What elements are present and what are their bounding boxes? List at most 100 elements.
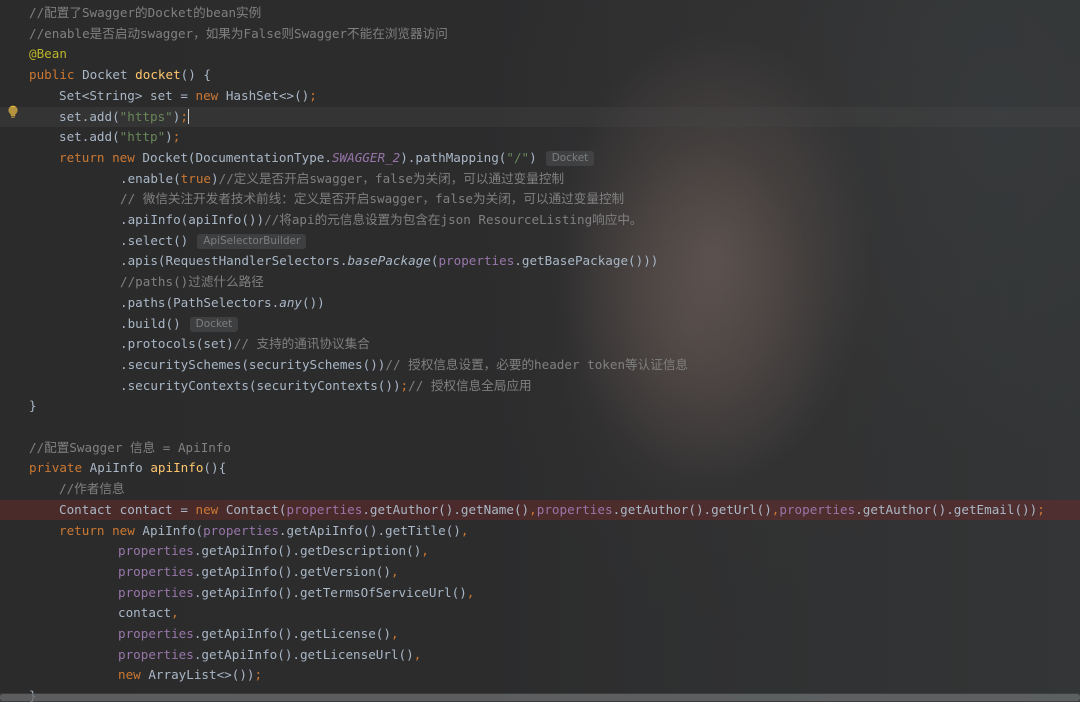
code-line[interactable]: //作者信息	[0, 479, 1080, 499]
code-line[interactable]: set.add("https");	[0, 107, 1080, 127]
code-line-content: set.add("https");	[29, 107, 189, 127]
code-token: properties	[203, 523, 279, 538]
code-token: //配置Swagger 信息 = ApiInfo	[29, 440, 231, 455]
code-line[interactable]: @Bean	[0, 44, 1080, 64]
code-token: .getApiInfo().getLicenseUrl()	[194, 647, 414, 662]
code-token: .getAuthor().getUrl()	[613, 502, 772, 517]
code-token: //作者信息	[59, 481, 125, 496]
code-line-content: .select() ApiSelectorBuilder	[29, 231, 306, 251]
code-line-content: properties.getApiInfo().getTermsOfServic…	[29, 583, 474, 603]
code-token: )	[529, 150, 537, 165]
code-line[interactable]: .select() ApiSelectorBuilder	[0, 231, 1080, 251]
code-line[interactable]: //配置Swagger 信息 = ApiInfo	[0, 438, 1080, 458]
code-line-content: return new ApiInfo(properties.getApiInfo…	[29, 521, 468, 541]
code-token: ArrayList<>())	[148, 667, 254, 682]
code-token: //将api的元信息设置为包含在json ResourceListing响应中。	[264, 212, 642, 227]
code-line[interactable]: properties.getApiInfo().getDescription()…	[0, 541, 1080, 561]
code-line[interactable]: Set<String> set = new HashSet<>();	[0, 86, 1080, 106]
code-token: contact	[118, 605, 171, 620]
code-line-content: }	[29, 396, 37, 416]
code-line[interactable]: set.add("http");	[0, 127, 1080, 147]
code-line[interactable]: .protocols(set)// 支持的通讯协议集合	[0, 334, 1080, 354]
code-token: HashSet<>()	[226, 88, 309, 103]
code-line[interactable]	[0, 417, 1080, 437]
code-token: .getAuthor().getName()	[362, 502, 529, 517]
code-token: .getApiInfo().getTitle()	[279, 523, 461, 538]
code-line-content: public Docket docket() {	[29, 65, 211, 85]
code-line-content: .securityContexts(securityContexts());//…	[29, 376, 532, 396]
horizontal-scrollbar[interactable]	[0, 693, 1080, 702]
code-token: ;	[180, 109, 188, 124]
code-token: () {	[181, 67, 211, 82]
code-line[interactable]: // 微信关注开发者技术前线：定义是否开启swagger，false为关闭，可以…	[0, 189, 1080, 209]
code-token: //enable是否启动swagger，如果为False则Swagger不能在浏…	[29, 26, 448, 41]
code-line[interactable]: //enable是否启动swagger，如果为False则Swagger不能在浏…	[0, 24, 1080, 44]
code-line-content: private ApiInfo apiInfo(){	[29, 458, 226, 478]
inlay-type-hint: ApiSelectorBuilder	[197, 234, 306, 249]
code-line[interactable]: properties.getApiInfo().getTermsOfServic…	[0, 583, 1080, 603]
code-line[interactable]: .paths(PathSelectors.any())	[0, 293, 1080, 313]
code-line[interactable]: .apiInfo(apiInfo())//将api的元信息设置为包含在json …	[0, 210, 1080, 230]
code-line-content: //enable是否启动swagger，如果为False则Swagger不能在浏…	[29, 24, 448, 44]
code-token: private	[29, 460, 90, 475]
code-token: ,	[529, 502, 537, 517]
code-token: ())	[302, 295, 325, 310]
code-line[interactable]: return new Docket(DocumentationType.SWAG…	[0, 148, 1080, 168]
code-token: @Bean	[29, 46, 67, 61]
code-token: }	[29, 398, 37, 413]
code-token: set.add(	[59, 129, 120, 144]
code-token: properties	[118, 585, 194, 600]
code-token: Contact(	[226, 502, 287, 517]
code-token: ;	[255, 667, 263, 682]
code-token: ,	[461, 523, 469, 538]
code-line[interactable]: Contact contact = new Contact(properties…	[0, 500, 1080, 520]
code-line-content: //配置了Swagger的Docket的bean实例	[29, 3, 261, 23]
code-line-content: return new Docket(DocumentationType.SWAG…	[29, 148, 594, 168]
code-token: any	[279, 295, 302, 310]
code-line[interactable]: .securitySchemes(securitySchemes())// 授权…	[0, 355, 1080, 375]
code-line-content: .apis(RequestHandlerSelectors.basePackag…	[29, 251, 658, 271]
code-token: .getBasePackage()))	[514, 253, 658, 268]
code-line[interactable]: .apis(RequestHandlerSelectors.basePackag…	[0, 251, 1080, 271]
code-line[interactable]: public Docket docket() {	[0, 65, 1080, 85]
code-token: ;	[401, 378, 409, 393]
code-line-content: .enable(true)//定义是否开启swagger，false为关闭，可以…	[29, 169, 564, 189]
code-token: // 微信关注开发者技术前线：定义是否开启swagger，false为关闭，可以…	[120, 191, 624, 206]
code-line-content: .apiInfo(apiInfo())//将api的元信息设置为包含在json …	[29, 210, 643, 230]
code-token: new	[195, 88, 225, 103]
code-line-content: .protocols(set)// 支持的通讯协议集合	[29, 334, 370, 354]
code-line[interactable]: properties.getApiInfo().getLicenseUrl(),	[0, 645, 1080, 665]
code-line[interactable]: .build() Docket	[0, 314, 1080, 334]
code-line[interactable]: new ArrayList<>());	[0, 665, 1080, 685]
code-token: apiInfo	[150, 460, 203, 475]
code-token: ApiInfo(	[142, 523, 203, 538]
code-line[interactable]: return new ApiInfo(properties.getApiInfo…	[0, 521, 1080, 541]
code-token: ApiInfo	[90, 460, 151, 475]
inlay-type-hint: Docket	[546, 151, 595, 166]
code-token: (){	[203, 460, 226, 475]
code-line[interactable]: .securityContexts(securityContexts());//…	[0, 376, 1080, 396]
code-token: .build()	[120, 316, 181, 331]
code-token: .apis(RequestHandlerSelectors.	[120, 253, 347, 268]
code-line[interactable]: properties.getApiInfo().getLicense(),	[0, 624, 1080, 644]
code-token: ;	[173, 129, 181, 144]
code-line-content: .securitySchemes(securitySchemes())// 授权…	[29, 355, 688, 375]
inlay-type-hint: Docket	[190, 317, 239, 332]
code-line[interactable]: properties.getApiInfo().getVersion(),	[0, 562, 1080, 582]
code-line[interactable]: contact,	[0, 603, 1080, 623]
code-line-content: Set<String> set = new HashSet<>();	[29, 86, 317, 106]
code-token: .getApiInfo().getDescription()	[194, 543, 421, 558]
code-token: properties	[287, 502, 363, 517]
code-line-content: new ArrayList<>());	[29, 665, 262, 685]
code-token: .getAuthor().getEmail())	[855, 502, 1037, 517]
code-line[interactable]: }	[0, 396, 1080, 416]
code-token: return new	[59, 523, 142, 538]
code-token: .select()	[120, 233, 188, 248]
horizontal-scrollbar-thumb[interactable]	[0, 694, 1080, 701]
code-line[interactable]: //paths()过滤什么路径	[0, 272, 1080, 292]
code-line[interactable]: //配置了Swagger的Docket的bean实例	[0, 3, 1080, 23]
code-line-content: //paths()过滤什么路径	[29, 272, 264, 292]
code-line[interactable]: .enable(true)//定义是否开启swagger，false为关闭，可以…	[0, 169, 1080, 189]
code-editor[interactable]: //配置了Swagger的Docket的bean实例 //enable是否启动sw…	[0, 0, 1080, 702]
code-line[interactable]: private ApiInfo apiInfo(){	[0, 458, 1080, 478]
